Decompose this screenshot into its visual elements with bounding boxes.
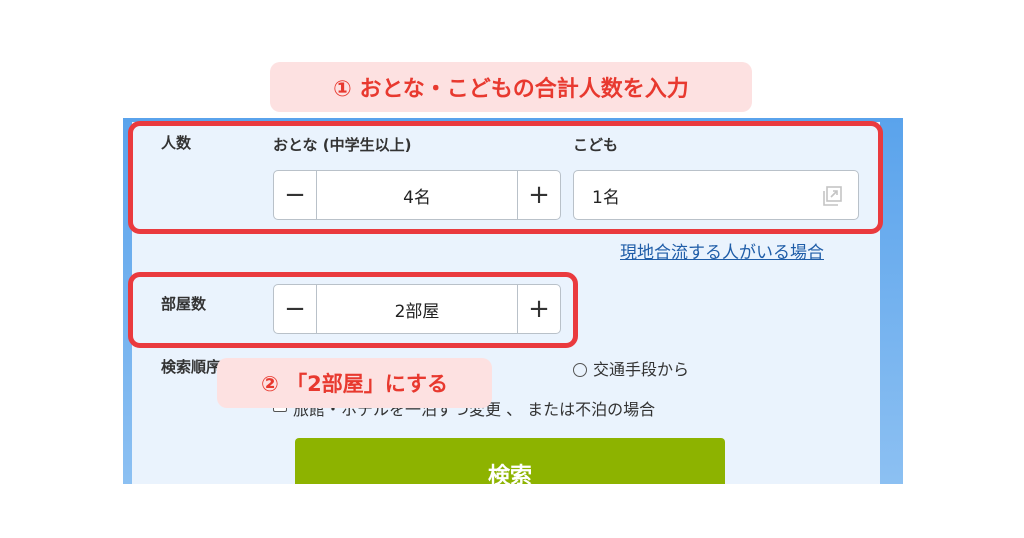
join-at-destination-link[interactable]: 現地合流する人がいる場合: [620, 238, 824, 263]
search-order-label: 検索順序: [161, 358, 222, 376]
guests-highlight-box: [128, 121, 883, 234]
transport-option-label: 交通手段から: [593, 360, 690, 379]
transport-option[interactable]: 交通手段から: [573, 356, 689, 380]
radio-button[interactable]: [573, 363, 587, 377]
rooms-highlight-box: [128, 272, 578, 348]
step2-callout: ② 「2部屋」にする: [217, 358, 492, 408]
step1-callout: ① おとな・こどもの合計人数を入力: [270, 62, 752, 112]
bottom-whitespace: [0, 484, 1024, 538]
